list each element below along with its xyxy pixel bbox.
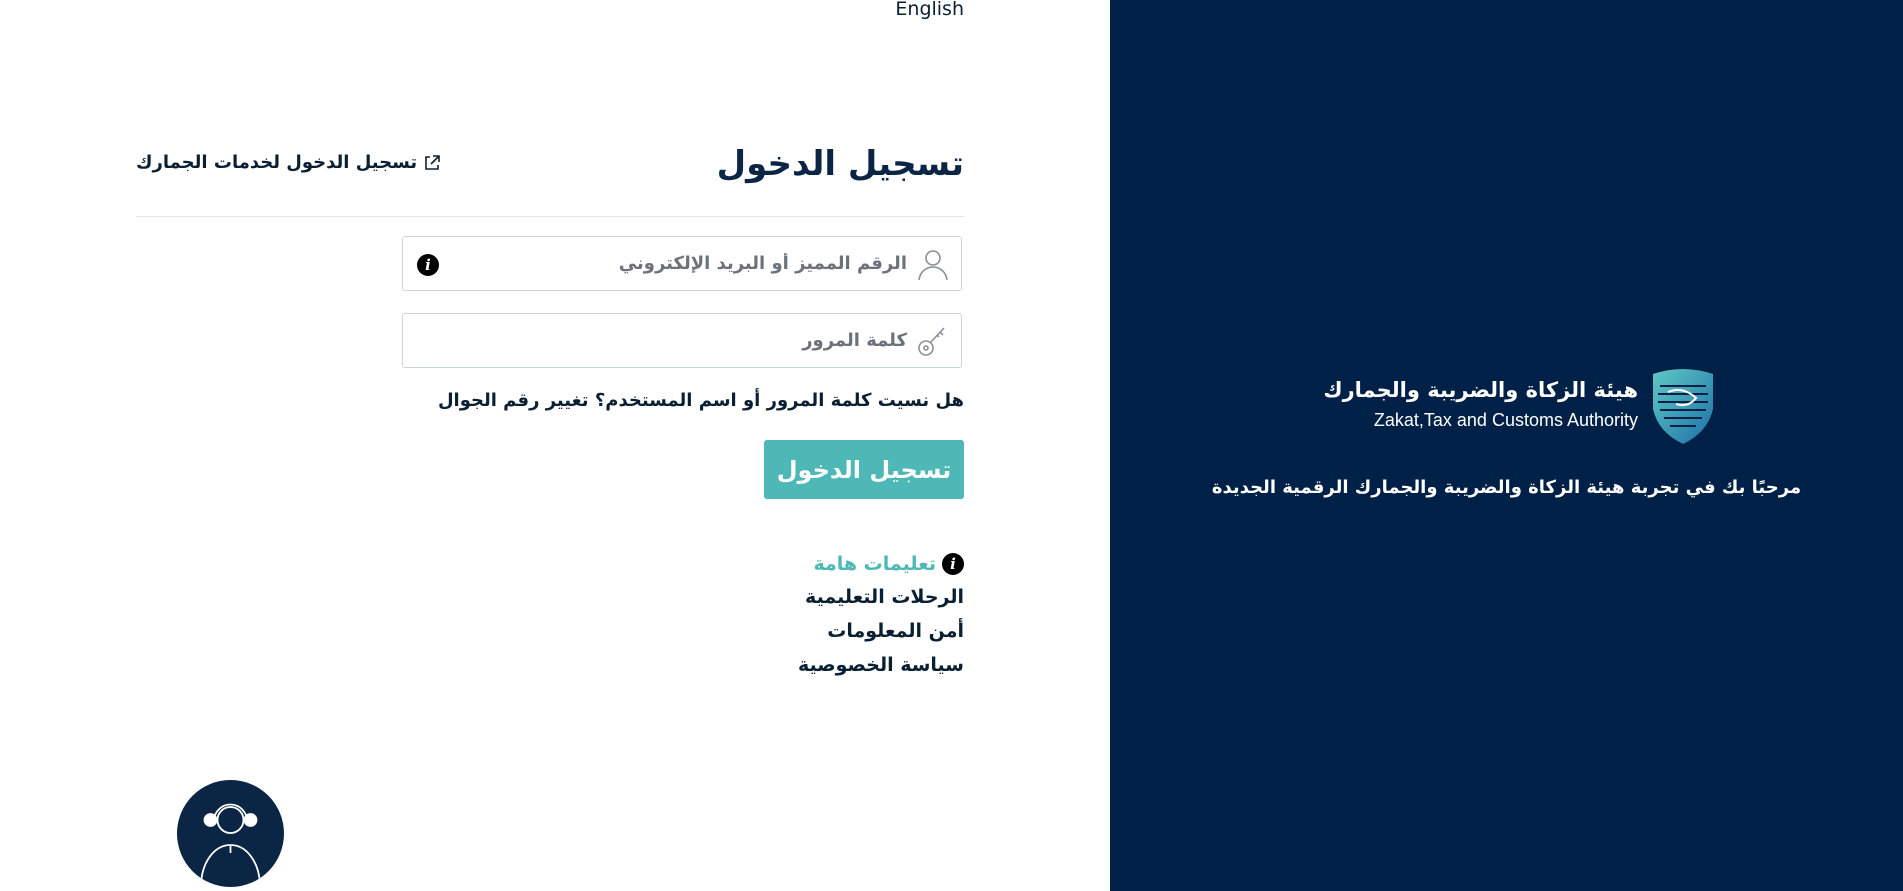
login-page: English تسجيل الدخول تسجيل الدخول لخدمات… <box>0 0 1903 891</box>
customs-login-link[interactable]: تسجيل الدخول لخدمات الجمارك <box>136 152 441 173</box>
login-header: تسجيل الدخول تسجيل الدخول لخدمات الجمارك <box>136 140 964 217</box>
login-panel: English تسجيل الدخول تسجيل الدخول لخدمات… <box>0 0 1110 891</box>
password-input[interactable] <box>447 314 911 367</box>
tutorial-journeys-link[interactable]: الرحلات التعليمية <box>798 580 964 614</box>
support-chat-button[interactable] <box>177 780 284 887</box>
information-security-link[interactable]: أمن المعلومات <box>798 614 964 648</box>
brand-name-english: Zakat,Tax and Customs Authority <box>1373 410 1638 430</box>
brand-name-arabic: هيئة الزكاة والضريبة والجمارك <box>1323 378 1638 402</box>
brand-lockup: هيئة الزكاة والضريبة والجمارك Zakat,Tax … <box>1320 364 1720 444</box>
username-input[interactable] <box>447 237 911 290</box>
forgot-credentials-link[interactable]: هل نسيت كلمة المرور أو اسم المستخدم؟ <box>595 390 964 411</box>
username-info-icon[interactable]: i <box>417 254 439 276</box>
username-field: i <box>402 236 962 291</box>
login-button[interactable]: تسجيل الدخول <box>764 440 964 499</box>
account-recovery-row: هل نسيت كلمة المرور أو اسم المستخدم؟ تغي… <box>438 390 964 411</box>
language-toggle-link[interactable]: English <box>895 0 964 20</box>
customs-login-label: تسجيل الدخول لخدمات الجمارك <box>136 152 418 173</box>
user-icon <box>915 246 951 282</box>
important-instructions-link[interactable]: i تعليمات هامة <box>798 548 964 580</box>
change-mobile-link[interactable]: تغيير رقم الجوال <box>438 390 589 411</box>
external-link-icon <box>423 154 441 172</box>
info-icon: i <box>942 553 964 575</box>
support-agent-icon <box>177 780 284 887</box>
privacy-policy-link[interactable]: سياسة الخصوصية <box>798 648 964 682</box>
zatca-logo-icon <box>1648 364 1718 444</box>
brand-panel: هيئة الزكاة والضريبة والجمارك Zakat,Tax … <box>1110 0 1903 891</box>
page-title: تسجيل الدخول <box>716 144 964 184</box>
welcome-message: مرحبًا بك في تجربة هيئة الزكاة والضريبة … <box>1211 477 1802 498</box>
password-field <box>402 313 962 368</box>
key-icon <box>915 323 951 359</box>
footer-links: i تعليمات هامة الرحلات التعليمية أمن الم… <box>798 548 964 682</box>
important-instructions-label: تعليمات هامة <box>813 553 936 575</box>
